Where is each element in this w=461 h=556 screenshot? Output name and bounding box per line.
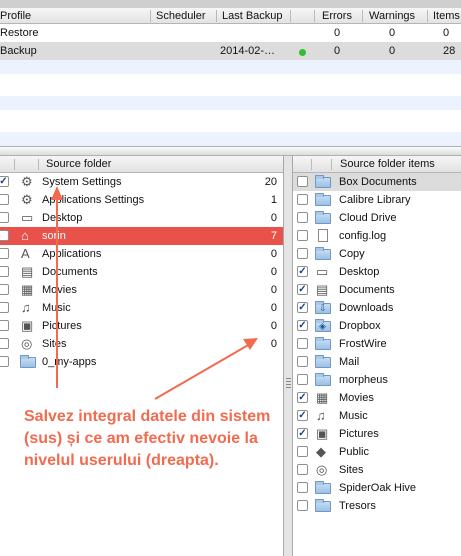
arrow-up-head-icon bbox=[51, 186, 63, 200]
annotation-note: Salvez integral datele din sistem (sus) … bbox=[24, 408, 271, 469]
arrow-right-head-icon bbox=[243, 338, 258, 350]
arrow-right-line bbox=[154, 343, 251, 400]
annotation-arrows bbox=[51, 186, 258, 400]
